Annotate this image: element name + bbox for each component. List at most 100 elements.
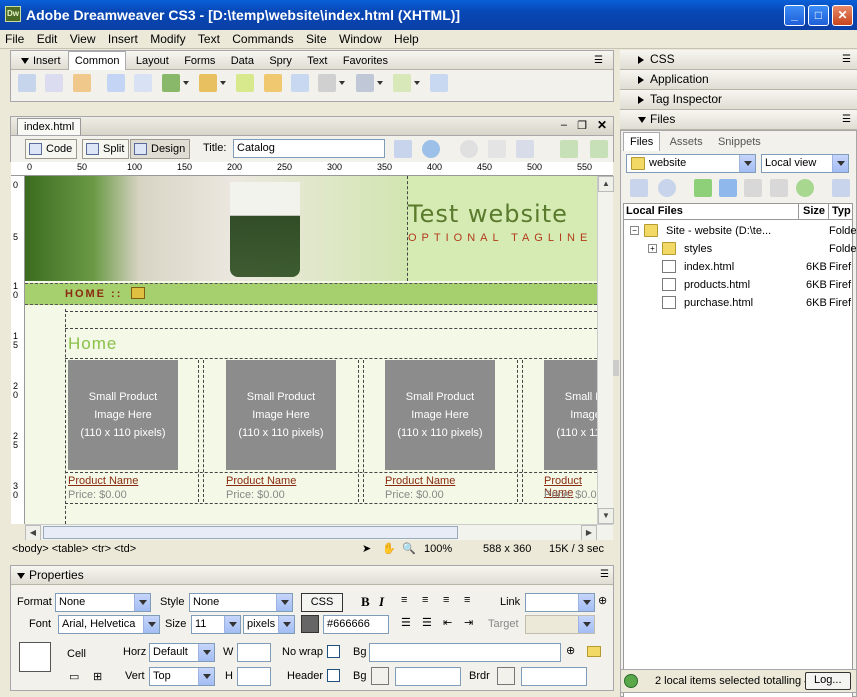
scroll-left-icon[interactable]: ◀	[25, 525, 41, 541]
panel-options-icon[interactable]: ☰	[600, 566, 609, 584]
zoom-select[interactable]: 100%	[424, 543, 452, 555]
css-panel-header[interactable]: CSS ☰	[620, 50, 857, 70]
menu-modify[interactable]: Modify	[145, 30, 189, 46]
design-canvas[interactable]: Test website OPTIONAL TAGLINE HOME :: Ho…	[25, 176, 597, 524]
header-checkbox[interactable]	[327, 669, 340, 682]
align-center-icon[interactable]: ≡	[422, 594, 428, 606]
align-right-icon[interactable]: ≡	[443, 594, 449, 606]
ordered-list-icon[interactable]: ☰	[422, 616, 432, 629]
menu-text[interactable]: Text	[193, 30, 224, 46]
vertical-scrollbar[interactable]: ▲ ▼	[597, 176, 614, 524]
chevron-down-icon[interactable]	[414, 81, 421, 85]
bold-button[interactable]: B	[361, 594, 370, 610]
style-select[interactable]: None	[189, 593, 293, 612]
split-cell-icon[interactable]: ⊞	[93, 670, 102, 683]
outdent-icon[interactable]: ⇤	[443, 616, 452, 629]
window-size-select[interactable]: 588 x 360	[483, 543, 531, 555]
insert-tab-spry[interactable]: Spry	[263, 52, 298, 70]
log-button[interactable]: Log...	[805, 672, 851, 690]
zoom-tool-icon[interactable]: 🔍	[402, 542, 416, 555]
table-icon[interactable]	[107, 74, 126, 92]
media-icon[interactable]	[199, 74, 218, 92]
menu-edit[interactable]: Edit	[32, 30, 62, 46]
validate-markup-icon[interactable]	[560, 140, 578, 158]
insert-tab-forms[interactable]: Forms	[178, 52, 221, 70]
menu-site[interactable]: Site	[301, 30, 331, 46]
panel-options-icon[interactable]: ☰	[588, 52, 609, 69]
application-panel-header[interactable]: Application	[620, 70, 857, 90]
size-select[interactable]: 11	[191, 615, 241, 634]
menu-view[interactable]: View	[65, 30, 100, 46]
server-side-include-icon[interactable]	[263, 74, 282, 92]
doc-minimize-icon[interactable]: –	[561, 119, 567, 131]
close-button[interactable]: ✕	[832, 5, 853, 26]
column-size[interactable]: Size	[798, 204, 828, 219]
horz-align-select[interactable]: Default	[149, 643, 215, 662]
tab-files[interactable]: Files	[623, 132, 661, 151]
div-icon[interactable]	[134, 74, 153, 92]
insert-tab-data[interactable]: Data	[225, 52, 260, 70]
file-row[interactable]: purchase.html 6KB Firef	[624, 294, 852, 312]
named-anchor-icon[interactable]	[72, 74, 91, 92]
menu-file[interactable]: File	[0, 30, 28, 46]
view-options-icon[interactable]	[488, 140, 506, 158]
text-color-input[interactable]: #666666	[323, 615, 389, 634]
chevron-down-icon[interactable]	[339, 81, 346, 85]
hand-tool-icon[interactable]: ✋	[382, 542, 396, 555]
format-select[interactable]: None	[55, 593, 151, 612]
templates-icon[interactable]	[393, 74, 412, 92]
vert-align-select[interactable]: Top	[149, 667, 215, 686]
expand-panel-icon[interactable]	[832, 179, 850, 197]
synchronize-icon[interactable]	[796, 179, 814, 197]
chevron-down-icon[interactable]	[220, 81, 227, 85]
preview-browser-icon[interactable]	[422, 140, 440, 158]
insert-tab-common[interactable]: Common	[67, 51, 127, 70]
file-row[interactable]: + styles Folde	[624, 240, 857, 258]
target-select[interactable]	[525, 615, 595, 634]
tag-chooser-icon[interactable]	[430, 74, 449, 92]
insert-tab-text[interactable]: Text	[301, 52, 333, 70]
view-select[interactable]: Local view	[761, 154, 849, 173]
doc-restore-icon[interactable]: ❐	[577, 119, 587, 132]
tag-selector[interactable]: <body> <table> <tr> <td>	[12, 543, 136, 555]
split-view-button[interactable]: Split	[82, 139, 130, 159]
doc-close-icon[interactable]: ✕	[597, 118, 607, 132]
border-color-swatch[interactable]	[497, 667, 515, 685]
column-type[interactable]: Typ	[828, 204, 851, 219]
put-files-icon[interactable]	[719, 179, 737, 197]
align-left-icon[interactable]: ≡	[401, 594, 407, 606]
product-name-link[interactable]: Product Name	[68, 475, 138, 487]
check-browser-icon[interactable]	[590, 140, 608, 158]
point-to-file-icon[interactable]: ⊕	[598, 594, 607, 607]
nowrap-checkbox[interactable]	[327, 645, 340, 658]
code-view-button[interactable]: Code	[25, 139, 78, 159]
scroll-up-icon[interactable]: ▲	[598, 176, 614, 192]
font-select[interactable]: Arial, Helvetica	[58, 615, 160, 634]
cell-height-input[interactable]	[237, 667, 271, 686]
nav-home-link[interactable]: HOME ::	[65, 288, 122, 300]
scroll-down-icon[interactable]: ▼	[598, 508, 614, 524]
menu-insert[interactable]: Insert	[103, 30, 142, 46]
minimize-button[interactable]: _	[784, 5, 805, 26]
bg-color-swatch[interactable]	[371, 667, 389, 685]
scroll-thumb[interactable]	[43, 526, 458, 539]
tab-snippets[interactable]: Snippets	[712, 133, 767, 151]
get-files-icon[interactable]	[694, 179, 712, 197]
properties-header[interactable]: Properties ☰	[11, 566, 613, 585]
bg-image-input[interactable]	[369, 643, 561, 662]
css-button[interactable]: CSS	[301, 593, 343, 612]
maximize-button[interactable]: □	[808, 5, 829, 26]
size-unit-select[interactable]: pixels	[243, 615, 295, 634]
expand-tree-icon[interactable]: +	[648, 244, 657, 253]
select-tool-icon[interactable]: ➤	[362, 542, 371, 555]
refresh-icon[interactable]	[658, 179, 676, 197]
insert-tab-layout[interactable]: Layout	[130, 52, 175, 70]
border-color-input[interactable]	[521, 667, 587, 686]
date-icon[interactable]	[236, 74, 255, 92]
file-row[interactable]: index.html 6KB Firef	[624, 258, 852, 276]
file-row[interactable]: − Site - website (D:\te... Folde	[624, 222, 857, 240]
collapse-tree-icon[interactable]: −	[630, 226, 639, 235]
menu-commands[interactable]: Commands	[227, 30, 297, 46]
files-panel-header[interactable]: Files ☰	[620, 110, 857, 130]
design-view-button[interactable]: Design	[130, 139, 191, 159]
